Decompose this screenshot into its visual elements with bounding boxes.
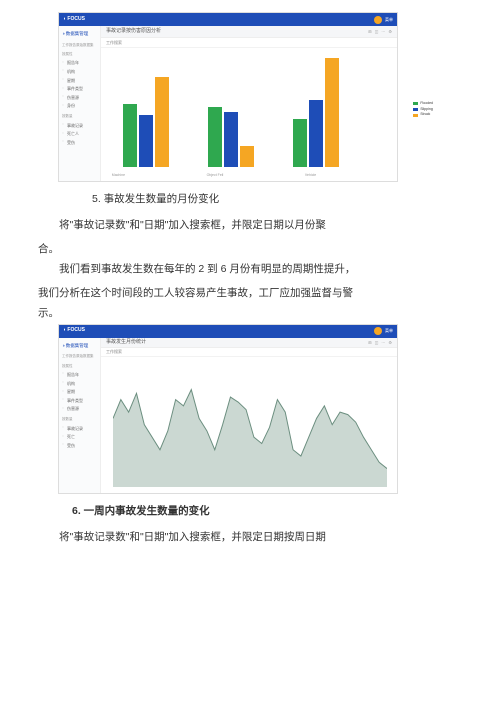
body-text: 我们看到事故发生数在每年的 2 到 6 月份有明显的周期性提升， [38,260,462,280]
sidebar-section: 按属性 [62,363,97,370]
area-svg [113,362,387,487]
sidebar-num-list: 事故记录 死亡 受伤 [62,424,97,450]
action-icon[interactable]: ◫ [375,28,379,36]
body-text: 将"事故记录数"和"日期"加入搜索框，并限定日期按周日期 [38,528,462,548]
bar [224,112,238,167]
sidebar-section: 按数量 [62,416,97,423]
gear-icon[interactable]: ⚙ [388,339,392,347]
chart-title: 事故记录按伤害原因分析 [106,27,161,37]
sidebar-item[interactable]: 报告年 [62,370,97,379]
sidebar-item[interactable]: 机构 [62,379,97,388]
chart-header: 事故发生月份统计 ⊞ ◫ ⋯ ⚙ [101,338,397,349]
sidebar-header[interactable]: ◑ 数据集管理 [62,30,97,39]
bar [139,115,153,167]
action-icon[interactable]: ⋯ [381,28,385,36]
gear-icon[interactable]: ⚙ [388,28,392,36]
bar [325,58,339,167]
avatar[interactable] [374,16,382,24]
action-icon[interactable]: ⋯ [381,339,385,347]
bar [208,107,222,167]
sidebar-item[interactable]: 机构 [62,67,97,76]
sidebar-section: 按数量 [62,113,97,120]
screenshot-bar-chart: ◗ FOCUS 菜单 ◑ 数据集管理 工作报告原始数据集 按属性 报告年 机构 … [58,12,398,182]
bar-group [293,58,339,167]
sidebar-section: 按属性 [62,51,97,58]
sidebar-num-list: 事故记录 死亡人 受伤 [62,121,97,147]
chart-legend: Flooded Slipping Struck [413,101,433,118]
search-row[interactable]: 工作搜索 [101,348,397,357]
bar [123,104,137,167]
action-icon[interactable]: ◫ [375,339,379,347]
sidebar-item[interactable]: 事件类型 [62,85,97,94]
action-icon[interactable]: ⊞ [368,339,371,347]
bar [155,77,169,167]
search-label: 工作搜索 [106,348,122,356]
menu-label[interactable]: 菜单 [385,16,393,24]
figure-caption: 5. 事故发生数量的月份变化 [92,190,462,210]
bar [293,119,307,167]
bar [309,100,323,167]
menu-label[interactable]: 菜单 [385,327,393,335]
sidebar-item[interactable]: 受伤 [62,138,97,147]
sidebar-item[interactable]: 星期 [62,388,97,397]
sidebar-item[interactable]: 伤害源 [62,93,97,102]
sidebar-item[interactable]: 事故记录 [62,424,97,433]
sidebar-item[interactable]: 事故记录 [62,121,97,130]
sidebar: ◑ 数据集管理 工作报告原始数据集 按属性 报告年 机构 星期 事件类型 伤害源… [59,26,101,181]
avatar[interactable] [374,327,382,335]
sidebar-header[interactable]: ◑ 数据集管理 [62,342,97,351]
body-text: 合。 [38,240,462,260]
sidebar-item[interactable]: 死亡人 [62,130,97,139]
app-titlebar: ◗ FOCUS 菜单 [59,13,397,26]
chart-title: 事故发生月份统计 [106,338,146,348]
x-axis: Machine Object Fell Vehicle [71,172,357,179]
sidebar-attr-list: 报告年 机构 星期 事件类型 伤害源 [62,370,97,413]
body-text: 示。 [38,304,462,324]
search-row[interactable]: 工作搜索 [101,38,397,48]
chart-header: 事故记录按伤害原因分析 ⊞ ◫ ⋯ ⚙ [101,26,397,38]
sidebar-item[interactable]: 身份 [62,102,97,111]
sidebar-item[interactable]: 死亡 [62,433,97,442]
sidebar-item[interactable]: 受伤 [62,441,97,450]
screenshot-area-chart: ◗ FOCUS 菜单 ◑ 数据集管理 工作报告原始数据集 按属性 报告年 机构 … [58,324,398,494]
sidebar-attr-list: 报告年 机构 星期 事件类型 伤害源 身份 [62,59,97,111]
brand-logo: ◗ FOCUS [63,15,85,25]
search-label: 工作搜索 [106,39,122,47]
sidebar-item[interactable]: 报告年 [62,59,97,68]
sidebar-section: 工作报告原始数据集 [62,42,97,49]
app-titlebar: ◗ FOCUS 菜单 [59,325,397,338]
area-fill [113,389,387,487]
sidebar: ◑ 数据集管理 工作报告原始数据集 按属性 报告年 机构 星期 事件类型 伤害源… [59,338,101,493]
bar-plot-area: Flooded Slipping Struck [101,48,397,181]
sidebar-section: 工作报告原始数据集 [62,353,97,360]
heading-6: 6. 一周内事故发生数量的变化 [72,502,462,522]
bar-group [208,107,254,167]
sidebar-item[interactable]: 星期 [62,76,97,85]
sidebar-item[interactable]: 事件类型 [62,396,97,405]
area-plot-area [101,357,397,501]
action-icon[interactable]: ⊞ [368,28,371,36]
bar-group [123,77,169,167]
body-text: 我们分析在这个时间段的工人较容易产生事故，工厂应加强监督与警 [38,284,462,304]
sidebar-item[interactable]: 伤害源 [62,405,97,414]
bar [240,146,254,167]
body-text: 将"事故记录数"和"日期"加入搜索框，并限定日期以月份聚 [38,216,462,236]
brand-logo: ◗ FOCUS [63,326,85,336]
